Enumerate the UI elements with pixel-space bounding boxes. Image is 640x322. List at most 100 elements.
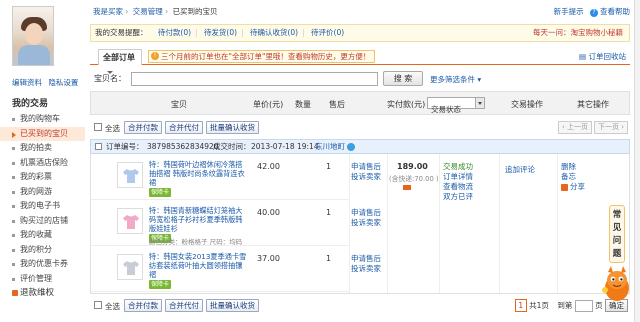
view-logistics-link[interactable]: 查看物流 [443,182,473,192]
product-title-link[interactable]: 特：韩国荷叶边褶休闲冷落搭抽搭褶 韩版时尚条纹露背连衣裙 保障卡 [149,160,249,197]
delete-order-link[interactable]: 删除 [561,162,585,172]
all-orders-dropdown[interactable]: 全部订单 [98,49,142,74]
select-all-checkbox-bottom[interactable] [94,301,102,309]
merge-proxy-button[interactable]: 合并代付 [165,121,203,134]
search-button[interactable]: 搜 索 [383,71,423,86]
batch-action-bar-bottom: 全选 合并付款 合并代付 批量确认收货 1 共1页 到第 页 确定 [90,297,630,314]
sidebar-item[interactable]: 退款维权 [0,286,85,301]
history-notice: 三个月前的订单也在"全部订单"里哦！查看购物历史，更方便！ [148,50,376,63]
product-row: 特：韩国荷叶边褶休闲冷落搭抽搭褶 韩版时尚条纹露背连衣裙 保障卡 42.00 1 [91,154,349,200]
quantity: 1 [326,208,332,217]
sidebar-item[interactable]: 我的彩票 [0,170,85,185]
top-right-links: 新手提示 ? 查看帮助 [554,6,630,17]
merge-proxy-button-bottom[interactable]: 合并代付 [165,299,203,312]
credit-card-icon [403,185,411,190]
apply-aftersale-link[interactable]: 申请售后 [351,162,381,172]
col-aftersale: 售后 [329,100,345,109]
sidebar: 编辑资料 隐私设置 我的交易 我的购物车 已买到的宝贝 我的拍卖 机票酒店保险 我的彩票… [0,0,85,322]
guarantee-badge: 保障卡 [149,280,172,289]
page-number-input[interactable] [574,300,593,312]
edit-profile-link[interactable]: 编辑资料 [12,78,42,87]
select-all-label: 全选 [105,124,120,133]
memo-link[interactable]: 备忘 [561,172,585,182]
newbie-tip-link[interactable]: 新手提示 [554,7,584,16]
aftersale-links: 申请售后 投诉卖家 [351,162,381,182]
merge-pay-button-bottom[interactable]: 合并付款 [124,299,162,312]
apply-aftersale-link[interactable]: 申请售后 [351,208,381,218]
order-body: 189.00 (含快递:70.00 ) 交易成功 订单详情 查看物流 双方已评 … [90,154,630,294]
complain-seller-link[interactable]: 投诉卖家 [351,172,381,182]
merge-pay-button[interactable]: 合并付款 [124,121,162,134]
help-link[interactable]: 查看帮助 [600,7,630,16]
search-label: 宝贝名： [94,74,126,83]
col-paid: 实付款(元) [387,100,426,109]
sidebar-item[interactable]: 我的网游 [0,185,85,200]
select-all-checkbox[interactable] [94,123,102,131]
share-icon [561,183,568,191]
sidebar-item[interactable]: 机票酒店保险 [0,156,85,171]
reviewed-link[interactable]: 双方已评 [443,192,473,202]
sidebar-item[interactable]: 评价管理 [0,272,85,287]
next-page-button[interactable]: 下一页 › [593,121,628,134]
goto-label: 到第 [557,301,573,310]
order-detail-link[interactable]: 订单详情 [443,172,473,182]
guarantee-badge: 保障卡 [149,188,172,197]
avatar[interactable] [12,6,54,66]
product-title-link[interactable]: 特：韩国女装2013夏季通卡雪纺套装纸荷叶抽大圆领搭抽镶褶 保障卡 [149,252,249,289]
order-checkbox[interactable] [95,143,102,150]
reminder-pending-payment[interactable]: 待付款(0) [158,28,191,37]
help-icon: ? [590,9,598,17]
prev-page-button[interactable]: ‹ 上一页 [557,121,592,134]
sidebar-item[interactable]: 我的优惠卡券 [0,257,85,272]
order-header: 订单编号： 387985362834920 成交时间： 2013-07-18 1… [90,139,630,154]
daily-question-link[interactable]: 每天一问：淘宝购物小秘籍 [533,25,623,41]
share-link[interactable]: 分享 [561,182,585,192]
add-review-link[interactable]: 追加评论 [505,164,535,175]
col-other: 其它操作 [577,100,609,109]
reminder-pending-receipt[interactable]: 待确认收货(0) [250,28,298,37]
sidebar-item[interactable]: 我的收藏 [0,228,85,243]
search-bar: 宝贝名： 搜 索 更多筛选条件 ▾ [90,68,630,90]
paid-amount: 189.00 (含快递:70.00 ) [389,162,439,192]
wangwang-chat-icon[interactable] [347,143,355,151]
quantity: 1 [326,162,332,171]
order-no-label: 订单编号： [106,142,144,151]
sidebar-section-title: 我的交易 [12,99,49,109]
product-thumbnail[interactable] [117,162,143,188]
sidebar-item[interactable]: 购买过的店铺 [0,214,85,229]
product-thumbnail[interactable] [117,254,143,280]
col-ops: 交易操作 [511,100,543,109]
mascot-icon[interactable] [600,262,634,304]
sidebar-item[interactable]: 我的购物车 [0,112,85,127]
sidebar-list: 我的购物车 已买到的宝贝 我的拍卖 机票酒店保险 我的彩票 我的网游 我的电子书 购买过的店铺… [0,112,85,301]
batch-action-bar-top: 全选 合并付款 合并代付 批量确认收货 ‹ 上一页 下一页 › [90,119,630,136]
sidebar-item[interactable]: 我的电子书 [0,199,85,214]
complain-seller-link[interactable]: 投诉卖家 [351,218,381,228]
trade-reminder-bar: 我的交易提醒： 待付款(0) | 待发货(0) | 待确认收货(0) | 待评价(0)… [90,24,630,42]
sidebar-item[interactable]: 我的拍卖 [0,141,85,156]
batch-confirm-button[interactable]: 批量确认收货 [206,121,259,134]
main-content: 我是买家 › 交易管理 › 已买到的宝贝 新手提示 ? 查看帮助 我的交易提醒： … [86,0,634,322]
shop-name-link[interactable]: 东川地町 [315,140,355,153]
reminder-pending-review[interactable]: 待评价(0) [311,28,344,37]
more-filters-link[interactable]: 更多筛选条件 ▾ [430,74,481,85]
reminder-label: 我的交易提醒： [95,28,148,37]
current-page[interactable]: 1 [514,299,527,312]
product-thumbnail[interactable] [117,208,143,234]
privacy-settings-link[interactable]: 隐私设置 [48,78,78,87]
total-pages: 共1页 [529,301,549,310]
faq-side-tab[interactable]: 常见问题 [609,205,625,263]
sidebar-item[interactable]: 我的积分 [0,243,85,258]
profile-links: 编辑资料 隐私设置 [12,77,78,88]
reminder-pending-shipment[interactable]: 待发货(0) [204,28,237,37]
breadcrumb-home[interactable]: 我是买家 [93,7,123,16]
search-input[interactable] [131,72,378,86]
breadcrumb-trade[interactable]: 交易管理 [133,7,163,16]
sidebar-item[interactable]: 已买到的宝贝 [0,126,85,141]
scrollbar[interactable] [634,0,640,322]
order-recycle-bin-link[interactable]: ▤ 订单回收站 [579,51,626,62]
batch-confirm-button-bottom[interactable]: 批量确认收货 [206,299,259,312]
apply-aftersale-link[interactable]: 申请售后 [351,254,381,264]
complain-seller-link[interactable]: 投诉卖家 [351,264,381,274]
status-filter-select[interactable]: 交易状态 [427,97,485,114]
